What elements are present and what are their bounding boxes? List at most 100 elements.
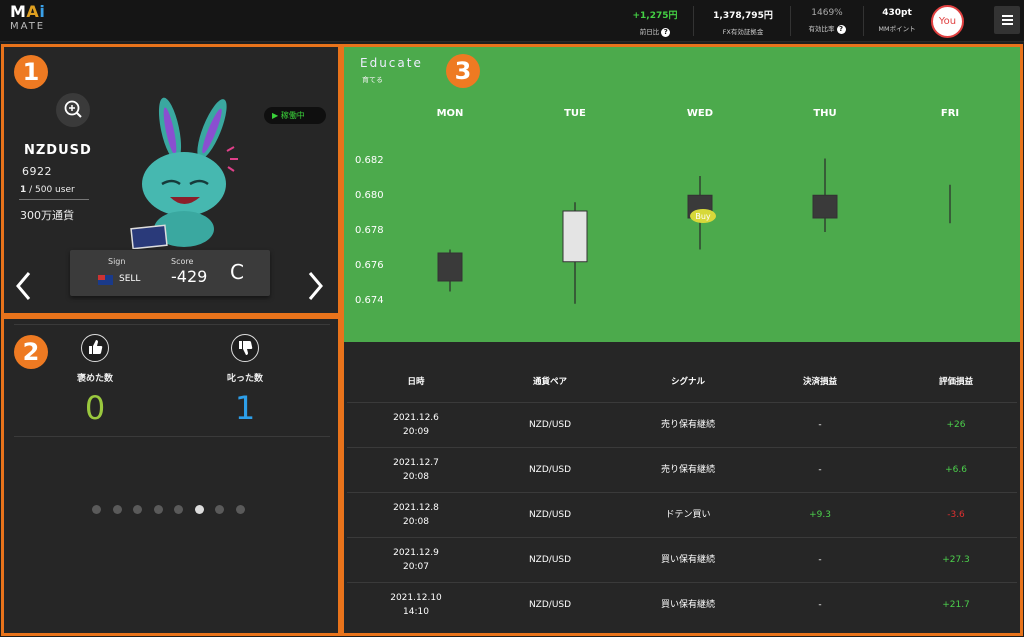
logo-bottom: MATE	[10, 21, 46, 32]
pagination-dot[interactable]	[194, 505, 204, 514]
cell-datetime: 2021.12.10 14:10	[390, 593, 442, 617]
stat-daily-change: +1,275円 前日比?	[627, 8, 683, 37]
candle-body	[562, 210, 588, 263]
score-label: Score	[171, 257, 194, 266]
user-count: 1 / 500 user	[20, 185, 75, 195]
cell-datetime: 2021.12.6 20:09	[393, 413, 439, 437]
trade-volume: 300万通貨	[20, 209, 74, 222]
stat-margin: 1,378,795円 FX有効証拠金	[706, 8, 780, 36]
divider	[693, 6, 694, 36]
pagination-dot[interactable]	[133, 505, 142, 514]
candle-mon[interactable]	[437, 249, 463, 292]
agent-panel: 1 ▶ 稼働中 NZDUSD 6922 1 / 500 user 300万通貨 …	[1, 44, 341, 316]
pagination-dot[interactable]	[92, 505, 101, 514]
pagination-dot[interactable]	[235, 505, 245, 514]
cell-valuation-pl: +21.7	[942, 599, 970, 610]
table-header: 決済損益	[802, 377, 837, 387]
stat-ratio-label: 有効比率	[808, 25, 835, 33]
cell-settled-pl: -	[818, 464, 822, 475]
cell-datetime: 2021.12.7 20:08	[393, 458, 439, 482]
cell-pair: NZD/USD	[528, 599, 572, 610]
cell-signal: 買い保有継続	[660, 554, 715, 565]
score-value: -429	[171, 267, 208, 286]
stat-ratio: 1469% 有効比率?	[800, 8, 854, 34]
cell-settled-pl: -	[818, 419, 822, 430]
candle-thu[interactable]	[812, 158, 838, 233]
praised-count-label: 褒めた数	[76, 374, 113, 384]
table-header: シグナル	[670, 377, 705, 387]
stat-ratio-value: 1469%	[811, 8, 843, 18]
cell-signal: 売り保有継続	[660, 419, 715, 430]
previous-arrow-icon[interactable]	[14, 271, 34, 301]
divider	[790, 6, 791, 36]
thumbs-down-icon[interactable]	[231, 334, 259, 362]
zoom-in-icon[interactable]	[56, 93, 90, 127]
cell-settled-pl: +9.3	[809, 509, 831, 520]
divider	[14, 324, 330, 325]
cell-pair: NZD/USD	[528, 554, 572, 565]
table-row[interactable]: 2021.12.8 20:08 NZD/USD ドテン買い +9.3 -3.6	[347, 492, 1017, 537]
cell-pair: NZD/USD	[528, 464, 572, 475]
next-arrow-icon[interactable]	[305, 271, 325, 301]
agent-number: 6922	[22, 165, 52, 178]
pagination-dot[interactable]	[153, 505, 163, 514]
candles-layer: Buy	[437, 158, 951, 304]
help-icon[interactable]: ?	[836, 24, 846, 34]
buy-signal-label: Buy	[695, 212, 711, 221]
cell-settled-pl: -	[818, 599, 822, 610]
educate-panel: Educate 育てる 3 MON TUE WED THU FRI 0.682 0.680…	[341, 44, 1023, 636]
table-row[interactable]: 2021.12.7 20:08 NZD/USD 売り保有継続 - +6.6	[347, 447, 1017, 492]
app-logo[interactable]: MAi MATE	[10, 4, 50, 32]
logo-top: MAi	[10, 2, 46, 21]
user-count-total: / 500 user	[26, 185, 75, 195]
cell-valuation-pl: -3.6	[947, 509, 965, 520]
scolded-count-label: 叱った数	[226, 374, 263, 384]
cell-valuation-pl: +6.6	[945, 464, 967, 475]
cell-settled-pl: -	[818, 554, 822, 565]
cell-pair: NZD/USD	[528, 419, 572, 430]
cell-signal: 買い保有継続	[660, 599, 715, 610]
bunny-character-image	[122, 89, 252, 250]
panel-number-badge: 2	[14, 335, 48, 369]
divider	[14, 436, 330, 437]
pagination-dot[interactable]	[215, 505, 224, 514]
pagination-dot[interactable]	[112, 505, 122, 514]
praised-count: 0	[84, 389, 106, 427]
pagination-dot[interactable]	[174, 505, 183, 514]
table-header: 日時	[407, 377, 425, 387]
stat-daily-change-label: 前日比	[639, 28, 660, 36]
flag-icon	[98, 275, 113, 285]
cell-datetime: 2021.12.8 20:08	[393, 503, 439, 527]
stat-points: 430pt MMポイント	[872, 8, 922, 33]
candle-tue[interactable]	[562, 202, 588, 304]
cell-signal: 売り保有継続	[660, 464, 715, 475]
stat-margin-value: 1,378,795円	[713, 11, 773, 21]
buy-signal-marker[interactable]: Buy	[690, 209, 716, 223]
stat-points-label: MMポイント	[878, 25, 916, 33]
feedback-panel: 2 褒めた数 0 叱った数 1	[1, 316, 341, 636]
cell-datetime: 2021.12.9 20:07	[393, 548, 439, 572]
table-row[interactable]: 2021.12.9 20:07 NZD/USD 買い保有継続 - +27.3	[347, 537, 1017, 582]
candlestick-chart: Educate 育てる 3 MON TUE WED THU FRI 0.682 0.680…	[344, 47, 1020, 342]
thumbs-up-icon[interactable]	[81, 334, 109, 362]
cell-valuation-pl: +27.3	[942, 554, 970, 565]
running-status-badge: ▶ 稼働中	[264, 107, 326, 124]
table-row[interactable]: 2021.12.10 14:10 NZD/USD 買い保有継続 - +21.7	[347, 582, 1017, 627]
hamburger-menu-icon[interactable]	[994, 6, 1020, 34]
app-header: MAi MATE +1,275円 前日比? 1,378,795円 FX有効証拠金…	[0, 0, 1024, 42]
running-status-label: 稼働中	[280, 111, 305, 120]
score-grade: C	[230, 260, 244, 284]
cell-valuation-pl: +26	[946, 419, 966, 430]
stat-points-value: 430pt	[882, 8, 912, 18]
user-avatar-button[interactable]: You	[931, 5, 964, 38]
table-row[interactable]: 2021.12.6 20:09 NZD/USD 売り保有継続 - +26	[347, 402, 1017, 447]
candle-body	[812, 194, 838, 219]
sign-label: Sign	[108, 257, 126, 266]
divider	[863, 6, 864, 36]
help-icon[interactable]: ?	[661, 27, 671, 37]
stat-margin-label: FX有効証拠金	[722, 28, 764, 36]
cell-pair: NZD/USD	[528, 509, 572, 520]
signal-score-card: Sign SELL Score -429 C	[70, 250, 270, 296]
stat-daily-change-value: +1,275円	[632, 11, 678, 21]
cell-signal: ドテン買い	[665, 509, 711, 520]
